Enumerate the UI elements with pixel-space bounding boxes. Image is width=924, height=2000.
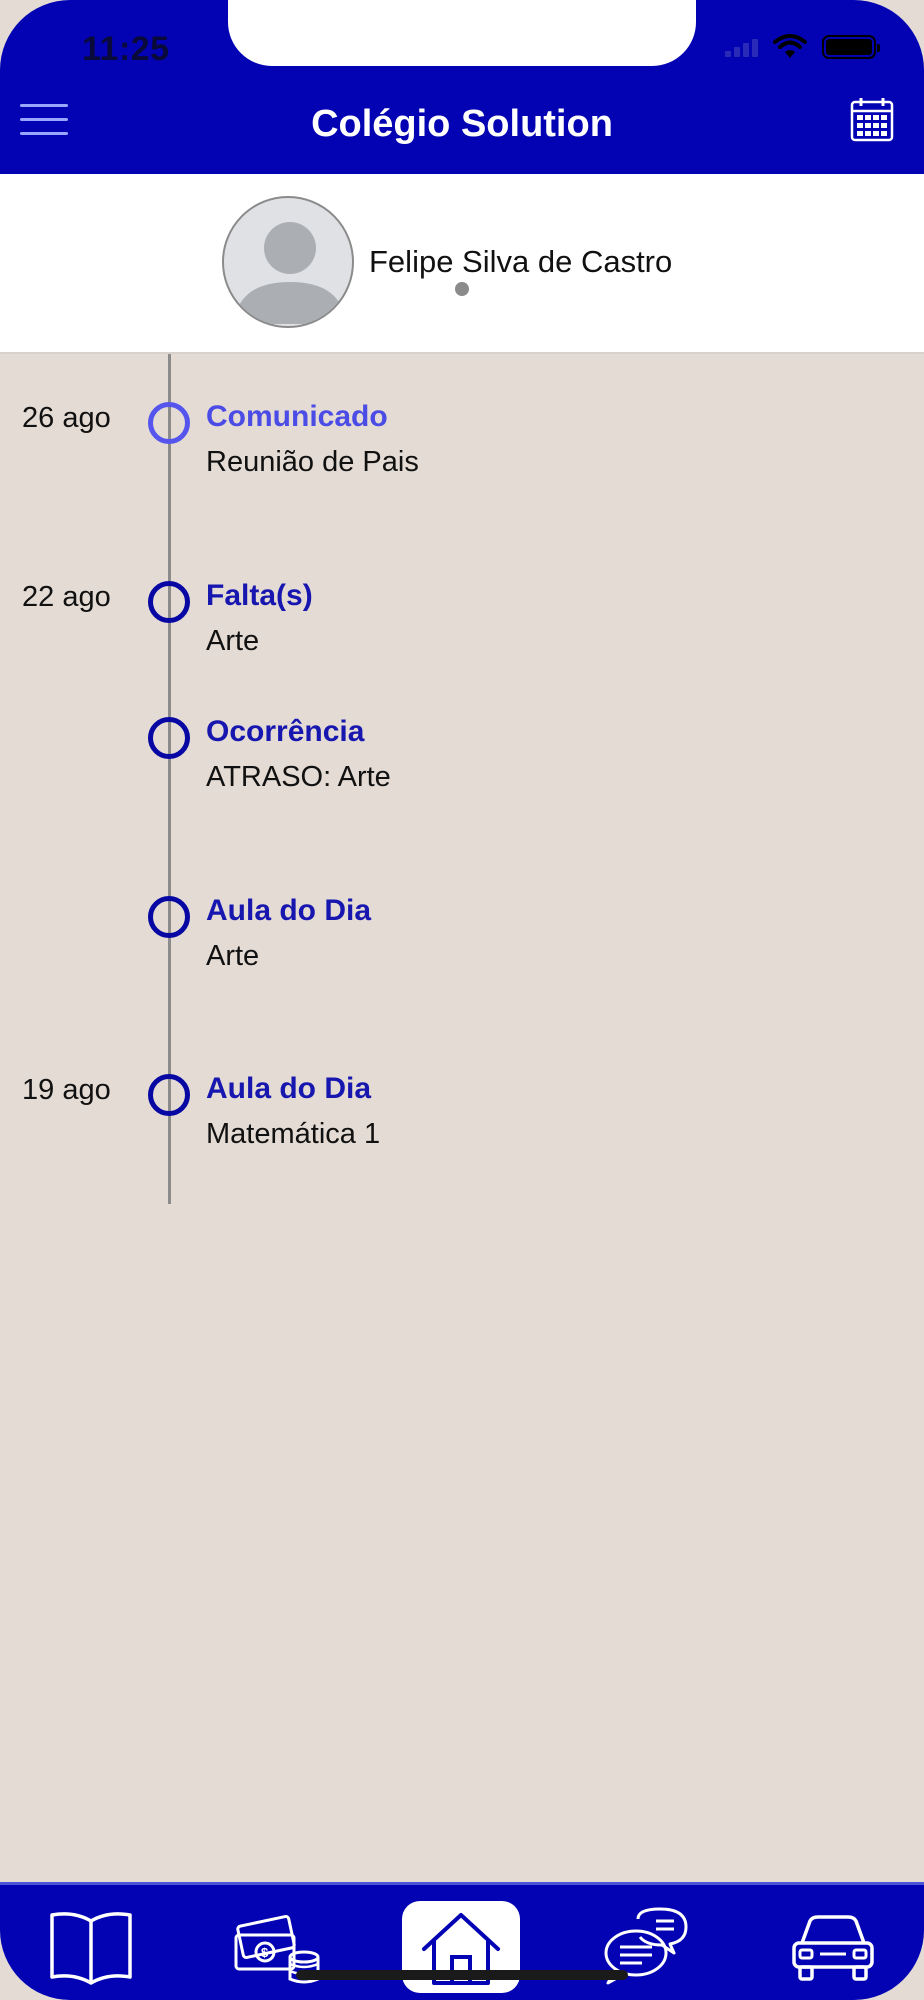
entry-subtitle: Arte [206, 625, 260, 657]
entry-title: Comunicado [206, 400, 388, 433]
timeline-entry[interactable]: Aula do Dia Arte [0, 894, 924, 996]
timeline-dot [148, 896, 190, 938]
entry-title: Falta(s) [206, 579, 313, 612]
entry-date: 22 ago [22, 581, 111, 613]
timeline-dot [148, 581, 190, 623]
timeline-entry[interactable]: 22 ago Falta(s) Arte [0, 579, 924, 681]
app-header: 11:25 Colégio Solution [0, 0, 924, 174]
bottom-nav: $ [0, 1882, 924, 2000]
nav-book-button[interactable] [46, 1907, 136, 1987]
timeline-dot [148, 1074, 190, 1116]
entry-subtitle: Matemática 1 [206, 1118, 381, 1150]
user-icon [234, 222, 346, 324]
page-indicator-dot [455, 282, 469, 296]
page-title: Colégio Solution [311, 103, 613, 145]
app-screen: 11:25 Colégio Solution Felipe Silva de C… [0, 0, 924, 2000]
entry-subtitle: Arte [206, 940, 260, 972]
student-name: Felipe Silva de Castro [369, 244, 673, 279]
calendar-button[interactable] [850, 96, 894, 142]
timeline-dot [148, 717, 190, 759]
device-notch [228, 0, 696, 66]
wifi-icon [773, 34, 807, 58]
student-profile[interactable]: Felipe Silva de Castro [0, 174, 924, 354]
entry-date: 26 ago [22, 402, 111, 434]
timeline-dot [148, 402, 190, 444]
calendar-icon [850, 98, 894, 142]
status-icons [725, 34, 880, 60]
car-icon [792, 1915, 874, 1981]
status-time: 11:25 [82, 30, 170, 68]
battery-icon [822, 35, 880, 59]
signal-icon [725, 37, 758, 57]
entry-title: Aula do Dia [206, 1072, 372, 1105]
book-icon [50, 1912, 132, 1985]
entry-subtitle: ATRASO: Arte [206, 761, 391, 793]
timeline-entry[interactable]: 19 ago Aula do Dia Matemática 1 [0, 1072, 924, 1174]
svg-text:$: $ [261, 1945, 269, 1960]
avatar [222, 196, 354, 328]
timeline: 26 ago Comunicado Reunião de Pais 22 ago… [0, 354, 924, 1882]
timeline-entry[interactable]: 26 ago Comunicado Reunião de Pais [0, 400, 924, 502]
entry-title: Ocorrência [206, 715, 365, 748]
timeline-entry[interactable]: Ocorrência ATRASO: Arte [0, 715, 924, 817]
entry-title: Aula do Dia [206, 894, 372, 927]
nav-transport-button[interactable] [788, 1907, 878, 1987]
entry-subtitle: Reunião de Pais [206, 446, 419, 478]
entry-date: 19 ago [22, 1074, 111, 1106]
home-indicator[interactable] [296, 1970, 628, 1980]
